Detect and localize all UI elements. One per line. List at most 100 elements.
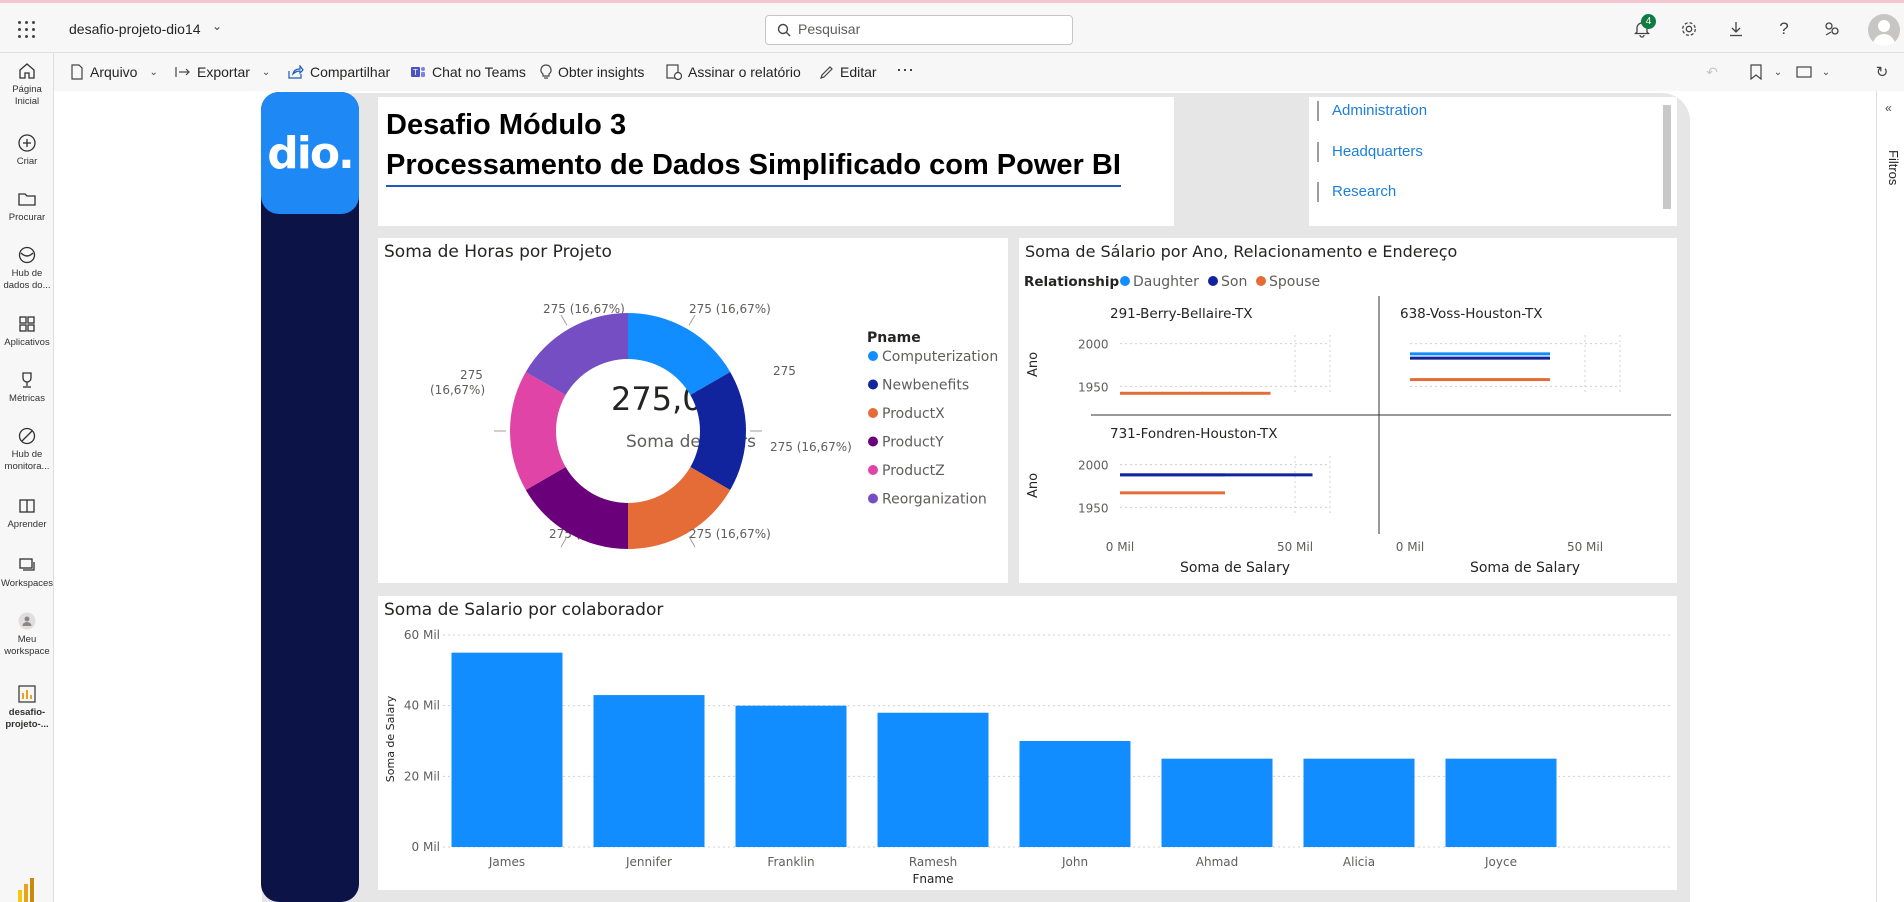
search-icon [777,23,791,37]
workspace-name[interactable]: desafio-projeto-dio14 [69,21,201,37]
nav-apps[interactable]: Aplicativos [0,314,54,349]
legend-marker [1208,276,1218,286]
workspaces-icon [19,558,35,571]
download-icon[interactable] [1724,17,1748,41]
more-options-button[interactable]: ··· [896,59,914,80]
slicer-item-administration[interactable]: Administration [1317,101,1427,121]
chevron-down-icon[interactable]: ⌄ [212,19,222,33]
legend-item-producty: ProductY [882,435,944,451]
nav-learn-label: Aprender [7,519,47,530]
salary-bar-chart-visual[interactable]: Soma de Salario por colaborador Fname So… [378,596,1677,890]
y-tick-label: 0 Mil [412,840,440,854]
avatar[interactable] [1868,14,1900,46]
filters-pane[interactable]: « [1876,91,1904,902]
donut-data-label: 275 [460,368,483,382]
nav-create[interactable]: Criar [0,133,54,168]
monitor-hub-icon [18,427,36,445]
filters-pane-label[interactable]: Filtros [1886,150,1901,185]
legend-marker [868,436,878,447]
nav-create-label: Criar [16,156,38,167]
undo-icon[interactable]: ↶ [1700,60,1724,84]
insights-label: Obter insights [558,64,645,80]
x-axis-title: Soma de Salary [1470,560,1580,576]
nav-current-report[interactable]: desafio-projeto-... [0,684,54,731]
legend-marker [1256,276,1266,286]
legend-item-computerization: Computerization [882,349,998,365]
edit-button[interactable]: Editar [819,64,877,80]
export-menu-button[interactable]: Exportar ⌄ [175,64,270,80]
help-icon[interactable]: ? [1772,17,1796,41]
nav-browse[interactable]: Procurar [0,189,54,224]
search-input[interactable] [798,21,1058,37]
slicer-item-research[interactable]: Research [1317,182,1396,202]
donut-leader-line [688,314,696,326]
lightbulb-icon [540,64,552,79]
x-tick-label: James [488,855,525,869]
salary-small-multiples-visual[interactable]: Soma de Sálario por Ano, Relacionamento … [1019,238,1677,583]
chevron-down-icon[interactable]: ⌄ [1814,60,1838,84]
chevron-down-icon[interactable]: ⌄ [1766,60,1790,84]
donut-leader-line [560,314,568,326]
file-icon [71,64,83,80]
x-tick-label: Ramesh [909,855,957,869]
nav-monitoring-hub[interactable]: Hub de monitora... [0,426,54,473]
donut-data-label: 275 (16,67%) [543,302,625,316]
title-text-box[interactable]: Desafio Módulo 3 Processamento de Dados … [378,97,1174,226]
collapse-icon[interactable]: « [1885,101,1892,115]
y-tick-label: 20 Mil [404,769,440,783]
top-bar: desafio-projeto-dio14 ⌄ 4 ? [0,0,1904,53]
y-axis-title: Ano [1026,352,1041,377]
relationship-legend-title: Relationship [1024,274,1120,290]
legend-item-spouse: Spouse [1269,274,1320,290]
teams-chat-label: Chat no Teams [432,64,526,80]
slicer-scrollbar[interactable] [1663,105,1671,209]
nav-data-hub[interactable]: Hub de dados do... [0,245,54,292]
report-icon [18,685,36,703]
nav-monitoring-hub-label: Hub de monitora... [4,449,50,472]
app-launcher-icon[interactable] [18,21,35,38]
gear-icon[interactable] [1677,17,1701,41]
share-button[interactable]: Compartilhar [288,64,390,80]
file-menu-button[interactable]: Arquivo ⌄ [70,64,158,80]
slicer-item-headquarters[interactable]: Headquarters [1317,142,1423,162]
nav-metrics-label: Métricas [9,393,45,404]
bookmark-icon[interactable] [1744,60,1768,84]
nav-home[interactable]: Página Inicial [0,61,54,108]
department-slicer[interactable]: Administration Headquarters Research [1309,97,1677,226]
nav-my-workspace[interactable]: Meu workspace [0,611,54,658]
notification-count-badge: 4 [1641,14,1656,29]
donut-data-label: (16,67%) [430,383,485,397]
view-icon[interactable] [1792,60,1816,84]
nav-learn[interactable]: Aprender [0,496,54,531]
dio-logo: dio. [261,92,359,214]
teams-chat-button[interactable]: T Chat no Teams [410,64,526,80]
svg-text:T: T [413,68,418,77]
search-box[interactable] [765,15,1073,45]
insights-button[interactable]: Obter insights [540,64,644,80]
bar-alicia [1303,758,1415,847]
command-bar: Arquivo ⌄ Exportar ⌄ Compartilhar T Chat n… [54,53,1904,91]
bar-franklin [735,705,847,847]
x-tick-label: 50 Mil [1277,540,1313,554]
y-tick-label: 60 Mil [404,628,440,642]
data-hub-icon [18,246,36,264]
export-menu-label: Exportar [197,64,250,80]
legend-marker [1120,276,1130,286]
y-axis-title: Ano [1026,473,1041,498]
donut-chart-visual[interactable]: Soma de Horas por Projeto 275,00 Soma de… [378,238,1008,583]
refresh-icon[interactable]: ↻ [1870,60,1894,84]
subscribe-button[interactable]: Assinar o relatório [666,64,801,80]
nav-workspaces[interactable]: Workspaces [0,555,54,590]
nav-apps-label: Aplicativos [4,337,50,348]
feedback-icon[interactable] [1820,17,1844,41]
book-icon [19,499,35,513]
nav-metrics[interactable]: Métricas [0,370,54,405]
bar-daughter [1410,352,1550,356]
nav-current-report-label: desafio-projeto-... [5,707,49,730]
bar-john [1019,741,1131,847]
donut-data-label: 275 (16,67%) [770,440,852,454]
chevron-down-icon: ⌄ [149,66,158,78]
legend-marker [868,351,878,361]
bar-ahmad [1161,758,1273,847]
folder-icon [18,193,36,206]
